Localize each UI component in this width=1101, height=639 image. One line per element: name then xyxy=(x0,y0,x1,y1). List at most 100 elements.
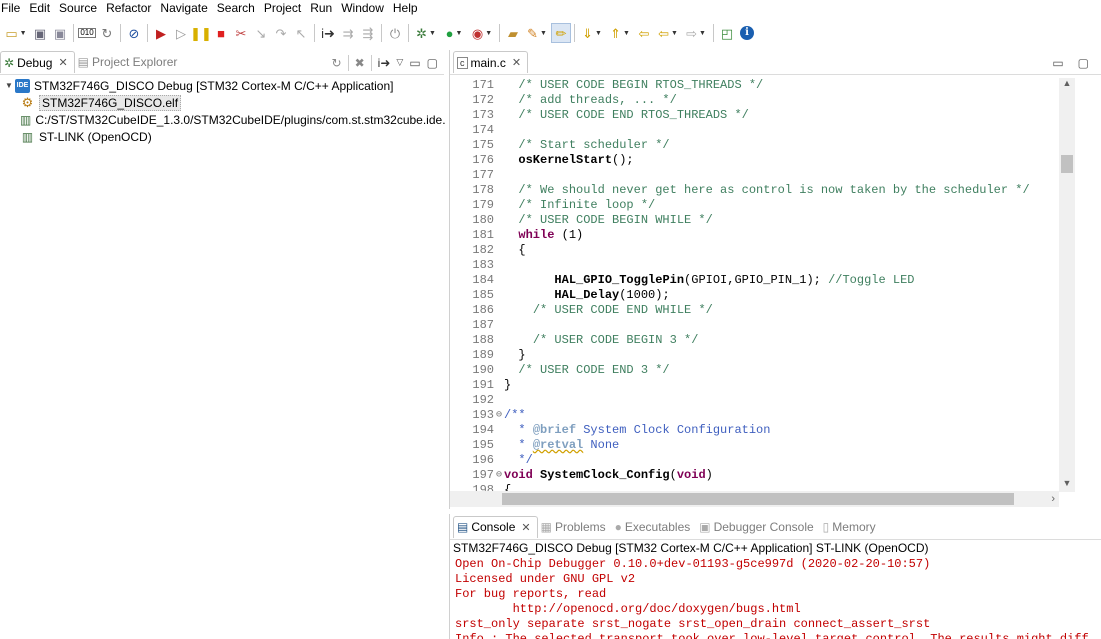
suspend-icon[interactable]: ❚❚ xyxy=(190,23,212,43)
code-text: /* USER CODE END 3 */ xyxy=(504,363,669,378)
run-launch-icon[interactable]: ● ▼ xyxy=(440,23,468,43)
step-into-icon[interactable]: ↘ xyxy=(251,23,271,43)
next-annotation-icon[interactable]: ⇓ ▼ xyxy=(578,23,606,43)
external-tools-icon[interactable]: ◉ ▼ xyxy=(468,23,496,43)
code-token: HAL_GPIO_TogglePin xyxy=(554,273,685,287)
toggle-icon[interactable]: ⏻ xyxy=(385,23,405,43)
menu-run[interactable]: Run xyxy=(306,1,337,15)
code-text: { xyxy=(504,243,525,258)
code-text-area[interactable]: 171 /* USER CODE BEGIN RTOS_THREADS */17… xyxy=(450,78,1060,492)
menu-search[interactable]: Search xyxy=(213,1,260,15)
vertical-scrollbar[interactable]: ▲ ▼ xyxy=(1059,78,1075,492)
fold-gutter xyxy=(494,108,504,123)
new-icon[interactable]: ▭ ▼ xyxy=(2,23,30,43)
open-folder-icon[interactable]: ▰ xyxy=(503,23,523,43)
code-token: /* USER CODE BEGIN RTOS_THREADS */ xyxy=(518,78,764,92)
line-number: 187 xyxy=(472,318,494,332)
fold-gutter xyxy=(494,318,504,333)
tab-debug[interactable]: ✲ Debug ✕ xyxy=(0,51,75,73)
fold-collapse-icon[interactable]: ⊖ xyxy=(494,408,504,423)
highlight-icon[interactable]: ✏ xyxy=(551,23,571,43)
restart-icon[interactable]: ▶ xyxy=(151,23,171,43)
debug-launch-icon[interactable]: ✲ ▼ xyxy=(412,23,440,43)
skip-breakpoints-icon[interactable]: ⊘ xyxy=(124,23,144,43)
menu-project[interactable]: Project xyxy=(260,1,306,15)
scroll-up-icon[interactable]: ▲ xyxy=(1059,78,1075,92)
menu-file[interactable]: File xyxy=(0,1,25,15)
scroll-down-icon[interactable]: ▼ xyxy=(1059,478,1075,492)
scrollbar-thumb[interactable] xyxy=(502,493,1014,505)
forward-icon[interactable]: ⇨ ▼ xyxy=(682,23,710,43)
instruction-stepping-mode-icon[interactable]: i➜ xyxy=(378,56,391,70)
console-output[interactable]: Open On-Chip Debugger 0.10.0+dev-01193-g… xyxy=(450,557,1101,639)
code-text: */ xyxy=(504,453,532,468)
step-over-icon[interactable]: ↷ xyxy=(271,23,291,43)
menu-window[interactable]: Window xyxy=(337,1,389,15)
line-number: 191 xyxy=(472,378,494,392)
tab-executables[interactable]: ● Executables xyxy=(612,516,697,538)
menu-refactor[interactable]: Refactor xyxy=(102,1,156,15)
toolbar-separator xyxy=(499,24,500,42)
step-filter-icon[interactable]: ⇉ xyxy=(338,23,358,43)
maximize-icon[interactable]: ▢ xyxy=(427,56,438,70)
reset-icon[interactable]: ⇶ xyxy=(358,23,378,43)
close-icon[interactable]: ✕ xyxy=(521,521,530,534)
c-file-icon: c xyxy=(457,56,468,69)
fold-gutter xyxy=(494,153,504,168)
save-all-icon[interactable]: ▣ xyxy=(50,23,70,43)
instruction-stepping-icon[interactable]: i➜ xyxy=(318,23,338,43)
minimize-icon[interactable]: ▭ xyxy=(409,56,420,70)
code-line: 181 while (1) xyxy=(450,228,1060,243)
tree-item-elf[interactable]: ⚙ STM32F746G_DISCO.elf xyxy=(0,94,444,111)
terminate-icon[interactable]: ■ xyxy=(211,23,231,43)
remove-terminated-icon[interactable]: ↻ xyxy=(332,56,342,70)
tree-item-launch[interactable]: ▼ IDE STM32F746G_DISCO Debug [STM32 Cort… xyxy=(0,77,444,94)
tree-item-stlink[interactable]: ▥ ST-LINK (OpenOCD) xyxy=(0,128,444,145)
menu-source[interactable]: Source xyxy=(55,1,102,15)
save-icon[interactable]: ▣ xyxy=(30,23,50,43)
line-number: 184 xyxy=(472,273,494,287)
code-text: /* USER CODE END WHILE */ xyxy=(504,303,713,318)
code-line: 179 /* Infinite loop */ xyxy=(450,198,1060,213)
remove-all-icon[interactable]: ✖ xyxy=(355,56,365,70)
tree-item-process[interactable]: ▥ C:/ST/STM32CubeIDE_1.3.0/STM32CubeIDE/… xyxy=(0,111,446,128)
tab-problems-label: Problems xyxy=(554,519,606,534)
menu-navigate[interactable]: Navigate xyxy=(156,1,212,15)
build-config-icon[interactable]: 010 xyxy=(77,23,97,43)
line-number: 172 xyxy=(472,93,494,107)
problems-icon: ▦ xyxy=(540,519,552,534)
close-icon[interactable]: ✕ xyxy=(512,56,521,69)
back-icon[interactable]: ⇦ ▼ xyxy=(654,23,682,43)
debug-view: ✲ Debug ✕ ▤ Project Explorer ↻ ✖ i➜ ▽ ▭ … xyxy=(0,50,446,639)
fold-collapse-icon[interactable]: ⊖ xyxy=(494,468,504,483)
scrollbar-thumb[interactable] xyxy=(1061,155,1073,173)
minimize-icon[interactable]: ▭ xyxy=(1052,56,1063,70)
open-perspective-icon[interactable]: ◰ xyxy=(717,23,737,43)
info-icon[interactable]: i xyxy=(737,23,757,43)
view-menu-icon[interactable]: ▽ xyxy=(396,57,403,68)
tab-console[interactable]: ▤ Console ✕ xyxy=(453,515,538,538)
tools-icon[interactable]: ✎ ▼ xyxy=(523,23,551,43)
horizontal-scrollbar[interactable]: › xyxy=(450,491,1059,507)
menu-edit[interactable]: Edit xyxy=(25,1,55,15)
step-return-icon[interactable]: ↖ xyxy=(291,23,311,43)
close-icon[interactable]: ✕ xyxy=(58,56,67,69)
last-edit-icon[interactable]: ⇦ xyxy=(634,23,654,43)
code-token: /* USER CODE END RTOS_THREADS */ xyxy=(518,108,749,122)
tab-debugger-console[interactable]: ▣ Debugger Console xyxy=(696,516,819,538)
refresh-icon[interactable]: ↻ xyxy=(97,23,117,43)
tab-main-c[interactable]: c main.c ✕ xyxy=(453,51,529,73)
menu-help[interactable]: Help xyxy=(389,1,423,15)
line-number: 194 xyxy=(472,423,494,437)
tab-project-explorer[interactable]: ▤ Project Explorer xyxy=(75,51,184,73)
previous-annotation-icon[interactable]: ⇑ ▼ xyxy=(606,23,634,43)
disconnect-icon[interactable]: ✂ xyxy=(231,23,251,43)
tab-problems[interactable]: ▦ Problems xyxy=(538,516,612,538)
resume-icon[interactable]: ▷ xyxy=(171,23,191,43)
scroll-right-icon[interactable]: › xyxy=(1051,491,1055,507)
chevron-down-icon[interactable]: ▼ xyxy=(3,81,15,90)
tab-memory[interactable]: ▯ Memory xyxy=(820,516,882,538)
maximize-icon[interactable]: ▢ xyxy=(1078,56,1089,70)
